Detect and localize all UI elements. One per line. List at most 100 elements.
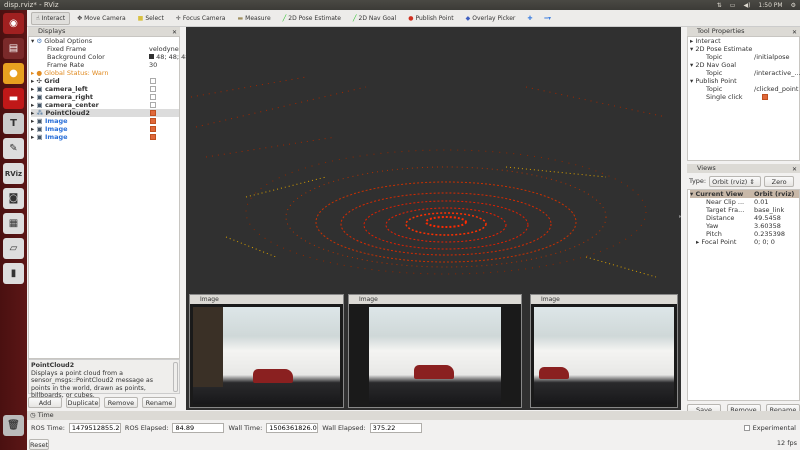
row-value[interactable]: base_link	[754, 206, 784, 214]
tool-focus-camera[interactable]: ✛ Focus Camera	[171, 12, 231, 25]
ros-time-field[interactable]	[68, 422, 121, 433]
zero-button[interactable]: Zero	[764, 175, 795, 187]
reset-button[interactable]: Reset	[29, 439, 49, 450]
tool-2d-pose-estimate[interactable]: ╱ 2D Pose Estimate	[278, 12, 346, 25]
battery-icon[interactable]: ▭	[730, 2, 736, 9]
checkbox[interactable]	[150, 126, 156, 132]
tool-publish-point[interactable]: ● Publish Point	[403, 12, 458, 25]
checkbox[interactable]	[150, 102, 156, 108]
gear-icon[interactable]: ⚙	[791, 2, 796, 9]
experimental-toggle[interactable]: Experimental	[743, 424, 796, 432]
checkbox[interactable]	[150, 118, 156, 124]
view-property-row[interactable]: Distance 49.5458	[690, 214, 799, 222]
camera-icon[interactable]: ◙	[3, 188, 24, 209]
view-property-row[interactable]: Target Fra... base_link	[690, 206, 799, 214]
display-image[interactable]: ▸ ▣ Image	[31, 133, 179, 141]
tool-property-row[interactable]: Single click	[690, 93, 799, 101]
current-view-row[interactable]: ▾ Current View Orbit (rviz)	[690, 190, 799, 198]
wall-elapsed-field[interactable]	[369, 422, 422, 433]
row-value[interactable]: /clicked_point	[754, 85, 798, 93]
tool-property-row[interactable]: Topic/clicked_point	[690, 85, 799, 93]
tool-move-camera[interactable]: ✥ Move Camera	[72, 12, 131, 25]
tool-property-row[interactable]: ▾ Publish Point	[690, 77, 799, 85]
tool-label: Interact	[41, 14, 66, 22]
image-viewer-icon[interactable]: ▦	[3, 213, 24, 234]
display-grid[interactable]: ▸ ✣ Grid	[31, 77, 179, 85]
ubuntu-icon[interactable]: ◉	[3, 13, 24, 34]
prop-value[interactable]: 30	[149, 61, 157, 69]
tool-interact[interactable]: ☝ Interact	[31, 11, 71, 25]
files-icon[interactable]: ▤	[3, 38, 24, 59]
display-image[interactable]: ▸ ▣ Image	[31, 117, 179, 125]
tool-label: 2D Pose Estimate	[288, 14, 341, 22]
tool-overlay-picker[interactable]: ◆ Overlay Picker	[461, 12, 521, 25]
row-value[interactable]: 0.01	[754, 198, 768, 206]
row-value[interactable]: 49.5458	[754, 214, 781, 222]
view-type-select[interactable]: Orbit (rviz) ⇕	[709, 175, 762, 187]
tool-property-row[interactable]: ▸ Interact	[690, 37, 799, 45]
trash-icon[interactable]: 🗑	[3, 415, 24, 436]
checkbox[interactable]	[150, 134, 156, 140]
image-window[interactable]: Image	[530, 294, 678, 408]
row-value[interactable]: 0.235398	[754, 230, 785, 238]
prop-value[interactable]: 48; 48; 48	[149, 53, 189, 61]
view-property-row[interactable]: Yaw 3.60358	[690, 222, 799, 230]
image-window[interactable]: Image	[189, 294, 344, 408]
drive-icon[interactable]: ▱	[3, 238, 24, 259]
global-options[interactable]: ▾ ⚙ Global Options	[31, 37, 179, 45]
prop-row[interactable]: Background Color 48; 48; 48	[31, 53, 189, 61]
tool-property-row[interactable]: ▾ 2D Nav Goal	[690, 61, 799, 69]
display-pointcloud2[interactable]: ▸ ⁂ PointCloud2	[31, 109, 179, 117]
collapse-right-handle[interactable]: ▸	[679, 213, 681, 220]
image-window[interactable]: Image	[348, 294, 522, 408]
tool-2d-nav-goal[interactable]: ╱ 2D Nav Goal	[348, 12, 401, 25]
clock[interactable]: 1:50 PM	[758, 2, 782, 9]
display-camera-center[interactable]: ▸ ▣ camera_center	[31, 101, 179, 109]
tool-property-row[interactable]: Topic/initialpose	[690, 53, 799, 61]
checkbox[interactable]	[743, 424, 750, 431]
prop-row[interactable]: Fixed Frame velodyne	[31, 45, 179, 53]
row-value[interactable]: 0; 0; 0	[754, 238, 775, 246]
prop-value[interactable]: velodyne	[149, 45, 179, 53]
close-icon[interactable]: ✕	[172, 28, 177, 37]
scrollbar[interactable]	[173, 362, 178, 392]
wall-time-field[interactable]	[266, 422, 319, 433]
close-icon[interactable]: ✕	[792, 165, 797, 174]
terminal-icon[interactable]: ▬	[3, 88, 24, 109]
add-tool-button[interactable]: ✚	[522, 12, 537, 25]
tool-property-row[interactable]: Topic/interactive_...	[690, 69, 800, 77]
display-image[interactable]: ▸ ▣ Image	[31, 125, 179, 133]
prop-row[interactable]: Frame Rate 30	[31, 61, 179, 69]
checkbox[interactable]	[150, 78, 156, 84]
volume-icon[interactable]: ◀)	[743, 2, 750, 9]
tool-measure[interactable]: ▬ Measure	[232, 12, 275, 25]
network-icon[interactable]: ⇅	[717, 2, 722, 9]
tool-select[interactable]: ■ Select	[133, 12, 169, 25]
tool-property-row[interactable]: ▾ 2D Pose Estimate	[690, 45, 799, 53]
view-property-row[interactable]: ▸ Focal Point 0; 0; 0	[690, 238, 799, 246]
display-camera-left[interactable]: ▸ ▣ camera_left	[31, 85, 179, 93]
description-box: PointCloud2 Displays a point cloud from …	[28, 359, 180, 399]
plus-icon: ✚	[527, 14, 533, 22]
text-editor-icon[interactable]: T	[3, 113, 24, 134]
checkbox[interactable]	[762, 94, 768, 100]
ros-elapsed-field[interactable]	[172, 422, 225, 433]
checkbox[interactable]	[150, 110, 156, 116]
checkbox[interactable]	[150, 94, 156, 100]
view-property-row[interactable]: Near Clip ... 0.01	[690, 198, 799, 206]
row-value[interactable]: /initialpose	[754, 53, 790, 61]
row-value[interactable]: /interactive_...	[754, 69, 800, 77]
row-label: camera_center	[44, 101, 99, 109]
row-value[interactable]: 3.60358	[754, 222, 781, 230]
chrome-icon[interactable]: ●	[3, 63, 24, 84]
usb-icon[interactable]: ▮	[3, 263, 24, 284]
checkbox[interactable]	[150, 86, 156, 92]
rviz-icon[interactable]: RViz	[3, 163, 24, 184]
pin-icon: ●	[408, 14, 414, 22]
view-property-row[interactable]: Pitch 0.235398	[690, 230, 799, 238]
remove-tool-button[interactable]: ━▾	[539, 12, 556, 25]
toolbar: ☝ Interact ✥ Move Camera ■ Select ✛ Focus Ca…	[27, 10, 800, 27]
editor-icon[interactable]: ✎	[3, 138, 24, 159]
display-camera-right[interactable]: ▸ ▣ camera_right	[31, 93, 179, 101]
global-status[interactable]: ▸ ● Global Status: Warn	[31, 69, 179, 77]
